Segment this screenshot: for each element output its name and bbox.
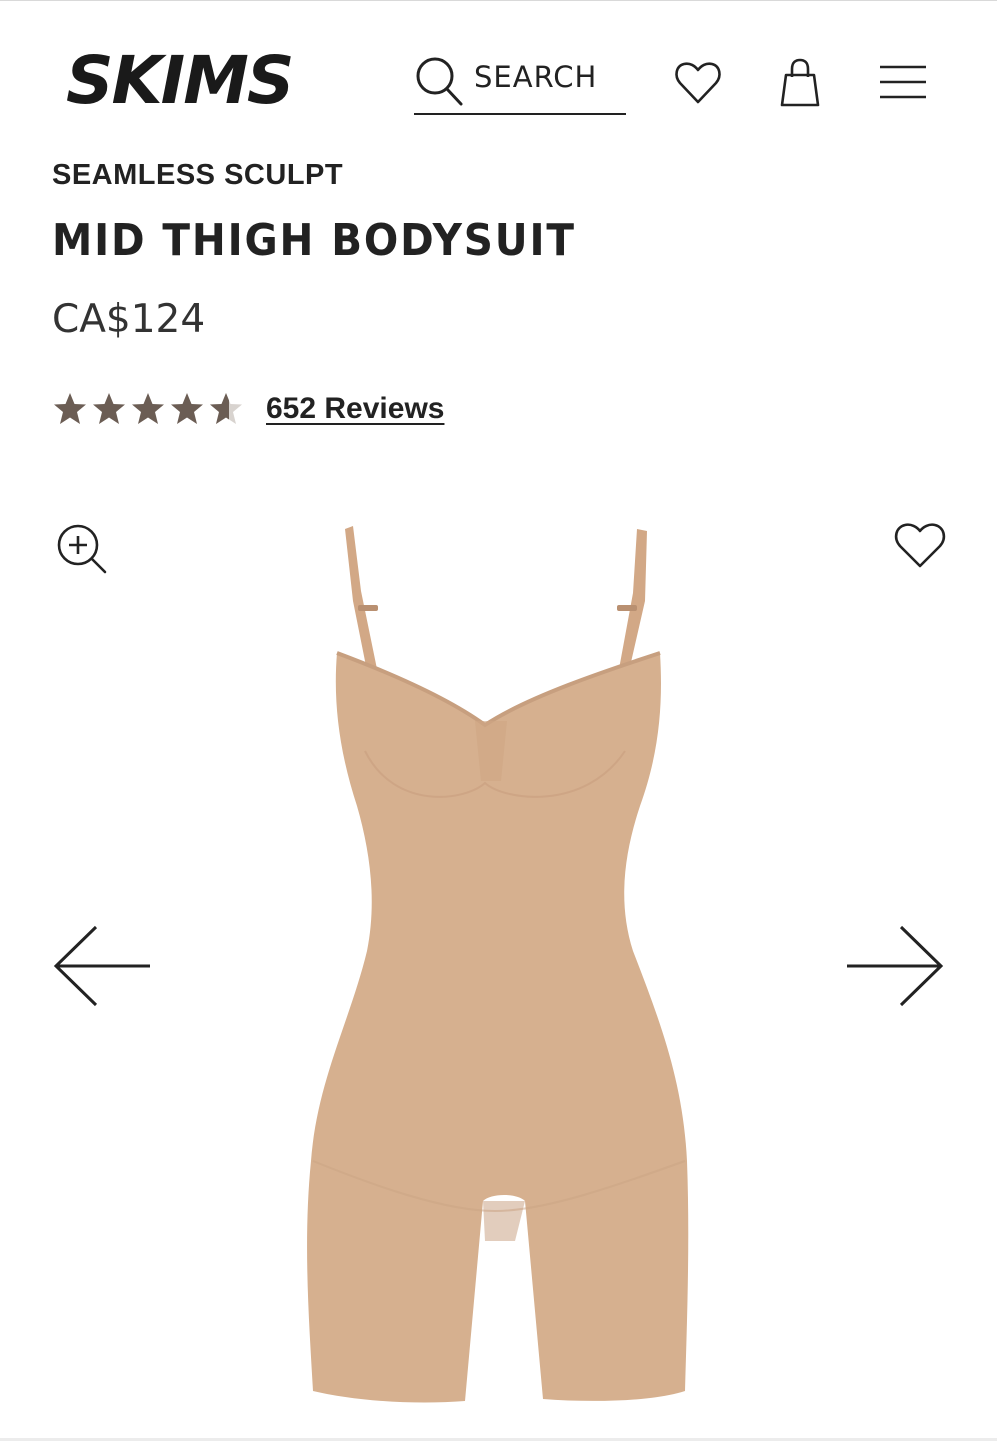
star-icon — [171, 393, 203, 424]
product-title: MID THIGH BODYSUIT — [52, 215, 576, 266]
add-to-wishlist-heart-icon[interactable] — [893, 519, 947, 571]
skims-logo[interactable]: SKIMS — [62, 42, 314, 119]
search-icon — [416, 57, 463, 106]
zoom-in-icon[interactable] — [54, 521, 110, 577]
previous-image-arrow-icon[interactable] — [52, 923, 152, 1009]
next-image-arrow-icon[interactable] — [845, 923, 945, 1009]
hamburger-menu-icon[interactable] — [878, 61, 928, 101]
search-bar[interactable]: SEARCH — [414, 51, 626, 115]
collection-name[interactable]: SEAMLESS SCULPT — [52, 159, 343, 192]
reviews-link[interactable]: 652 Reviews — [266, 392, 444, 426]
star-half-icon — [210, 393, 242, 424]
shopping-bag-icon[interactable] — [776, 57, 824, 109]
star-icon — [54, 393, 86, 424]
star-rating — [52, 391, 244, 427]
svg-text:SKIMS: SKIMS — [66, 45, 292, 117]
wishlist-heart-icon[interactable] — [674, 59, 722, 107]
rating-row: 652 Reviews — [52, 387, 444, 431]
star-icon — [93, 393, 125, 424]
product-price: CA$124 — [52, 297, 206, 342]
product-image — [307, 526, 689, 1403]
star-icon — [132, 393, 164, 424]
skims-logo-wordmark: SKIMS — [66, 42, 294, 119]
search-label: SEARCH — [474, 60, 598, 94]
